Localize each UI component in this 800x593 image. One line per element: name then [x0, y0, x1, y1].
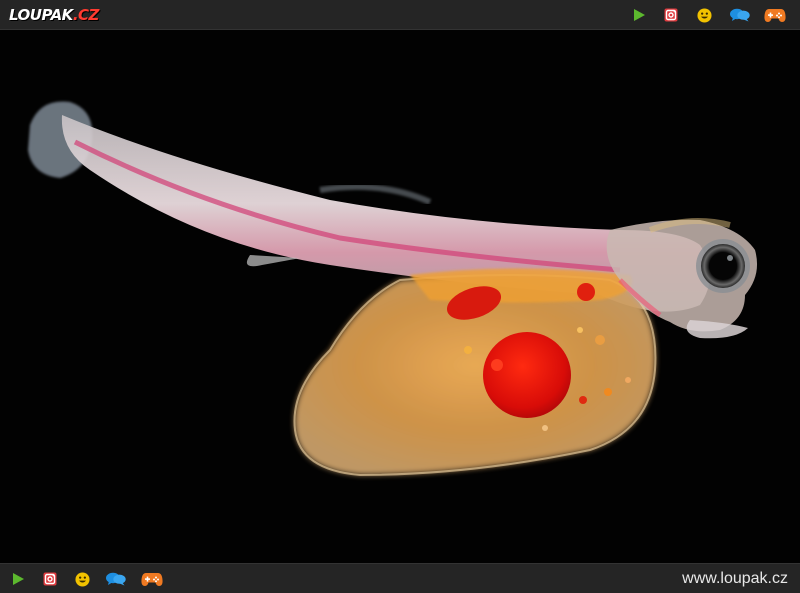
- bottom-icon-group: [8, 564, 164, 593]
- smiley-icon[interactable]: [72, 564, 92, 593]
- site-logo[interactable]: LOUPAK .CZ: [9, 5, 99, 25]
- chat-icon[interactable]: [104, 564, 128, 593]
- top-bar: LOUPAK .CZ: [0, 0, 800, 30]
- play-icon[interactable]: [624, 0, 654, 30]
- main-photo: [0, 30, 800, 563]
- chat-icon[interactable]: [722, 0, 758, 30]
- instagram-icon[interactable]: [656, 0, 686, 30]
- logo-tld: .CZ: [72, 6, 100, 24]
- instagram-icon[interactable]: [40, 564, 60, 593]
- site-url[interactable]: www.loupak.cz: [682, 570, 788, 588]
- play-icon[interactable]: [8, 564, 28, 593]
- fish-larva-image: [28, 101, 758, 477]
- bottom-bar: www.loupak.cz: [0, 563, 800, 593]
- gamepad-icon[interactable]: [760, 0, 790, 30]
- gamepad-icon[interactable]: [140, 564, 164, 593]
- smiley-icon[interactable]: [688, 0, 720, 30]
- logo-text: LOUPAK: [9, 6, 73, 24]
- top-icon-group: [624, 0, 790, 30]
